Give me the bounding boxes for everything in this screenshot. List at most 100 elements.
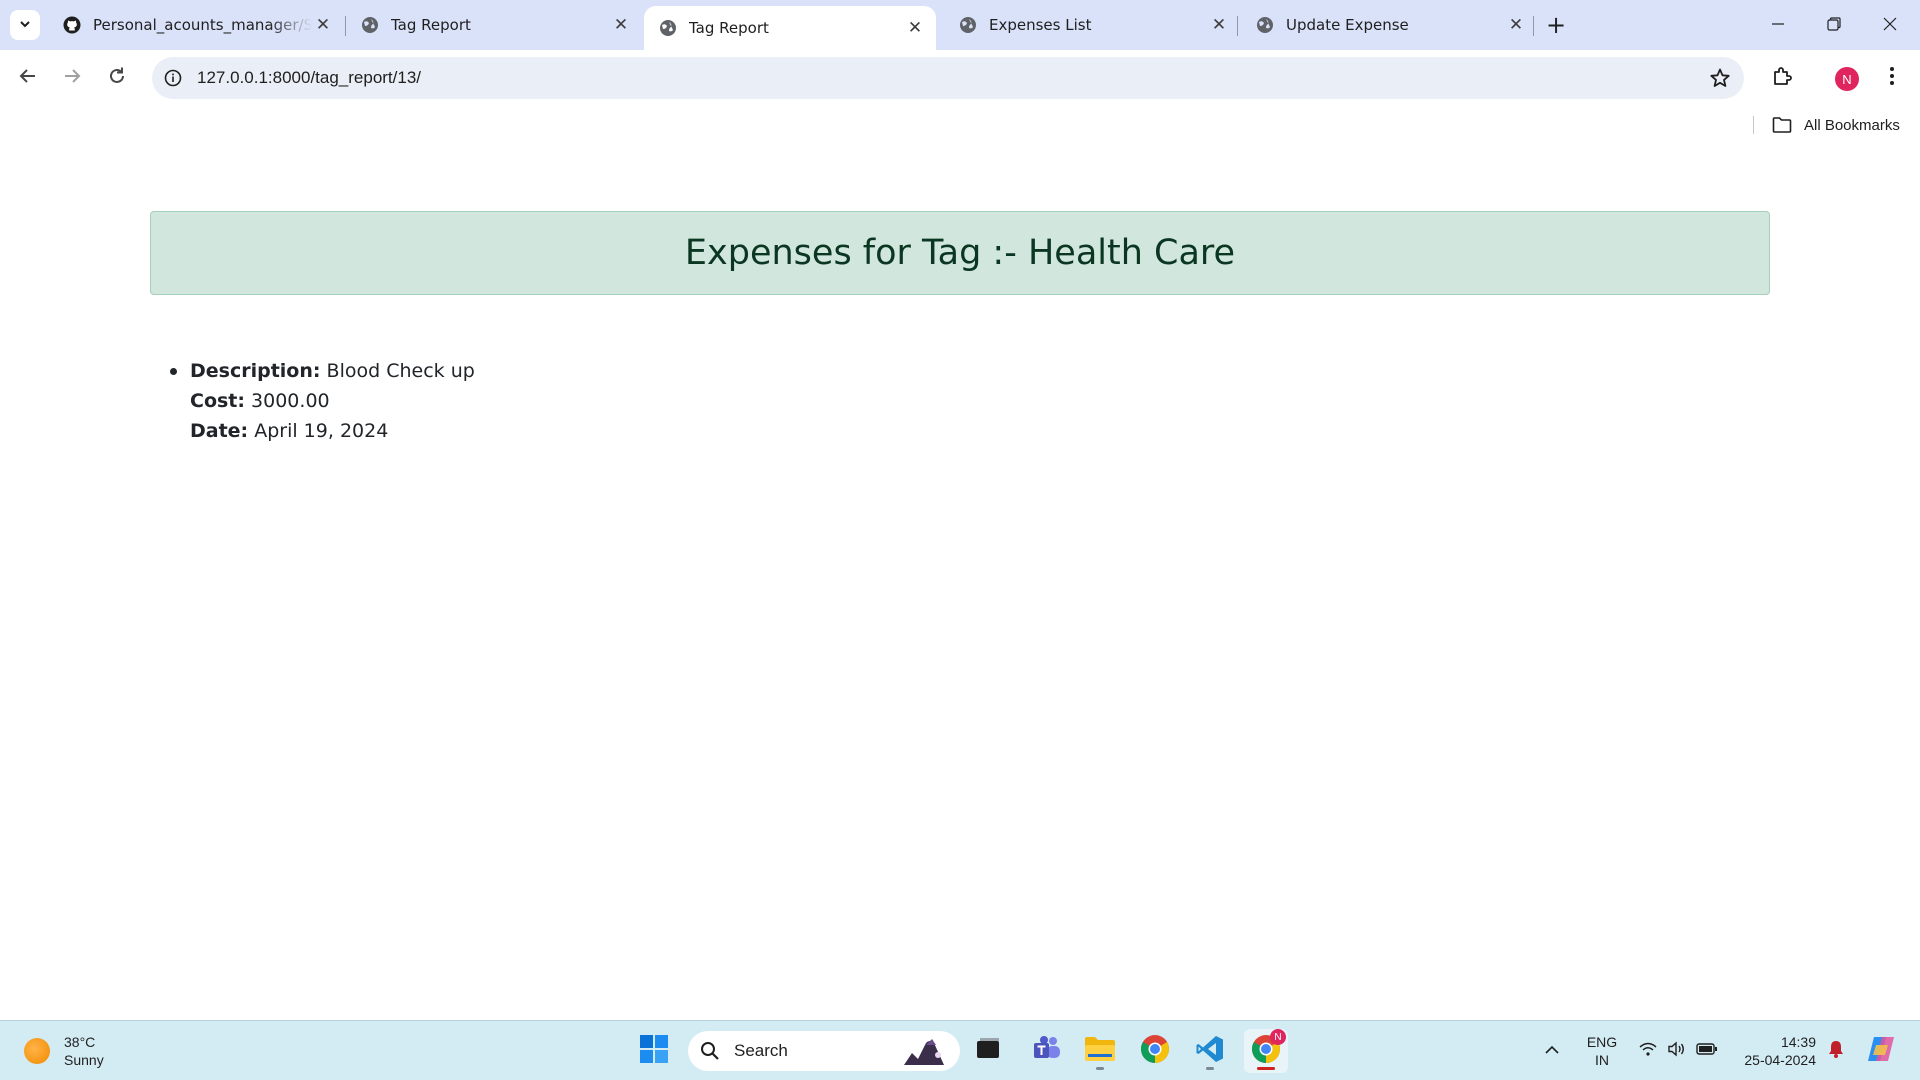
tab-update-expense[interactable]: Update Expense ✕	[1241, 7, 1537, 43]
language-indicator[interactable]: ENG IN	[1582, 1031, 1622, 1071]
language-code: ENG	[1586, 1034, 1618, 1050]
taskbar-chrome-profile[interactable]: N	[1244, 1029, 1288, 1073]
github-icon	[63, 16, 81, 34]
taskbar-chrome[interactable]	[1133, 1029, 1177, 1073]
date-value: April 19, 2024	[254, 420, 389, 442]
tab-close-button[interactable]: ✕	[1505, 14, 1527, 36]
arrow-right-icon	[62, 66, 82, 90]
more-vert-icon	[1889, 66, 1895, 90]
expense-list: Description: Blood Check up Cost: 3000.0…	[170, 356, 475, 446]
tab-github[interactable]: Personal_acounts_manager/Sc ✕	[48, 7, 344, 43]
taskbar-search[interactable]: Search	[688, 1031, 960, 1071]
bell-icon	[1828, 1040, 1844, 1063]
page-content: Expenses for Tag :- Health Care Descript…	[0, 144, 1920, 1020]
close-window-button[interactable]	[1862, 0, 1918, 50]
battery-icon	[1696, 1042, 1718, 1060]
url-text: 127.0.0.1:8000/tag_report/13/	[197, 68, 422, 87]
speaker-icon	[1667, 1040, 1685, 1062]
folder-icon	[1772, 116, 1794, 134]
forward-button[interactable]	[56, 62, 88, 94]
cost-label: Cost:	[190, 390, 245, 412]
tab-tag-report[interactable]: Tag Report ✕	[346, 7, 642, 43]
new-tab-button[interactable]: +	[1542, 11, 1570, 39]
wifi-status[interactable]	[1636, 1031, 1660, 1071]
chevron-down-icon	[18, 16, 32, 35]
tab-title: Tag Report	[689, 19, 769, 37]
task-view-icon	[974, 1036, 1002, 1066]
restore-icon	[1827, 16, 1841, 35]
sun-icon	[24, 1038, 50, 1064]
tab-close-button[interactable]: ✕	[1208, 14, 1230, 36]
screen: Personal_acounts_manager/Sc ✕ Tag Report…	[0, 0, 1920, 1080]
profile-badge: N	[1270, 1029, 1286, 1045]
volume-status[interactable]	[1664, 1031, 1688, 1071]
puzzle-icon	[1771, 65, 1793, 91]
teams-icon	[1032, 1035, 1062, 1067]
globe-icon	[659, 19, 677, 37]
extensions-button[interactable]	[1766, 62, 1798, 94]
back-button[interactable]	[12, 62, 44, 94]
taskbar-vscode[interactable]	[1188, 1029, 1232, 1073]
system-clock[interactable]: 14:39 25-04-2024	[1728, 1031, 1816, 1071]
tab-expenses-list[interactable]: Expenses List ✕	[944, 7, 1240, 43]
close-icon	[1883, 16, 1897, 35]
site-info-icon[interactable]	[162, 67, 184, 89]
chevron-up-icon	[1545, 1042, 1559, 1060]
tab-close-button[interactable]: ✕	[904, 17, 926, 39]
taskbar-teams[interactable]	[1025, 1029, 1069, 1073]
tab-title: Expenses List	[989, 16, 1092, 34]
tab-title: Tag Report	[391, 16, 471, 34]
running-indicator	[1096, 1067, 1104, 1070]
taskbar: 38°C Sunny Search N ENG IN 14:39 25-04-2…	[0, 1020, 1920, 1080]
tab-strip: Personal_acounts_manager/Sc ✕ Tag Report…	[0, 0, 1920, 50]
tab-search-button[interactable]	[10, 10, 40, 40]
all-bookmarks-button[interactable]: All Bookmarks	[1772, 112, 1900, 138]
running-indicator	[1257, 1067, 1275, 1070]
vscode-icon	[1195, 1034, 1225, 1068]
minimize-button[interactable]	[1750, 0, 1806, 50]
globe-icon	[361, 16, 379, 34]
expense-date-row: Date: April 19, 2024	[190, 416, 475, 446]
bookmarks-divider	[1753, 116, 1754, 134]
copilot-icon	[1866, 1035, 1896, 1068]
all-bookmarks-label: All Bookmarks	[1804, 116, 1900, 134]
tab-close-button[interactable]: ✕	[610, 14, 632, 36]
weather-condition: Sunny	[64, 1052, 104, 1068]
reload-button[interactable]	[101, 62, 133, 94]
browser-toolbar: 127.0.0.1:8000/tag_report/13/	[0, 50, 1920, 106]
reload-icon	[107, 66, 127, 90]
weather-widget[interactable]: 38°C Sunny	[24, 1031, 104, 1071]
globe-icon	[1256, 16, 1274, 34]
tab-close-button[interactable]: ✕	[312, 14, 334, 36]
battery-status[interactable]	[1694, 1031, 1720, 1071]
taskbar-task-view[interactable]	[966, 1029, 1010, 1073]
arrow-left-icon	[18, 66, 38, 90]
copilot-button[interactable]	[1864, 1031, 1898, 1071]
cost-value: 3000.00	[251, 390, 330, 412]
tab-title: Update Expense	[1286, 16, 1409, 34]
date-label: Date:	[190, 420, 249, 442]
bookmark-star-icon[interactable]	[1708, 66, 1732, 90]
wifi-icon	[1639, 1042, 1657, 1061]
notifications-button[interactable]	[1824, 1031, 1848, 1071]
description-label: Description:	[190, 360, 321, 382]
show-hidden-icons-button[interactable]	[1538, 1031, 1566, 1071]
address-bar[interactable]: 127.0.0.1:8000/tag_report/13/	[152, 57, 1744, 99]
taskbar-file-explorer[interactable]	[1078, 1029, 1122, 1073]
profile-avatar[interactable]: N	[1835, 67, 1859, 91]
minimize-icon	[1771, 16, 1785, 35]
tag-heading-alert: Expenses for Tag :- Health Care	[150, 211, 1770, 295]
start-button[interactable]	[632, 1029, 676, 1073]
tab-divider	[1533, 16, 1534, 36]
tab-tag-report-active[interactable]: Tag Report ✕	[644, 6, 936, 50]
search-placeholder: Search	[734, 1041, 788, 1060]
folder-icon	[1084, 1036, 1116, 1066]
description-value: Blood Check up	[326, 360, 475, 382]
menu-button[interactable]	[1876, 62, 1908, 94]
windows-logo-icon	[639, 1034, 669, 1068]
language-region: IN	[1595, 1052, 1609, 1068]
weather-temperature: 38°C	[64, 1034, 96, 1050]
restore-button[interactable]	[1806, 0, 1862, 50]
bookmarks-bar: All Bookmarks	[0, 106, 1920, 144]
clock-date: 25-04-2024	[1744, 1052, 1816, 1068]
